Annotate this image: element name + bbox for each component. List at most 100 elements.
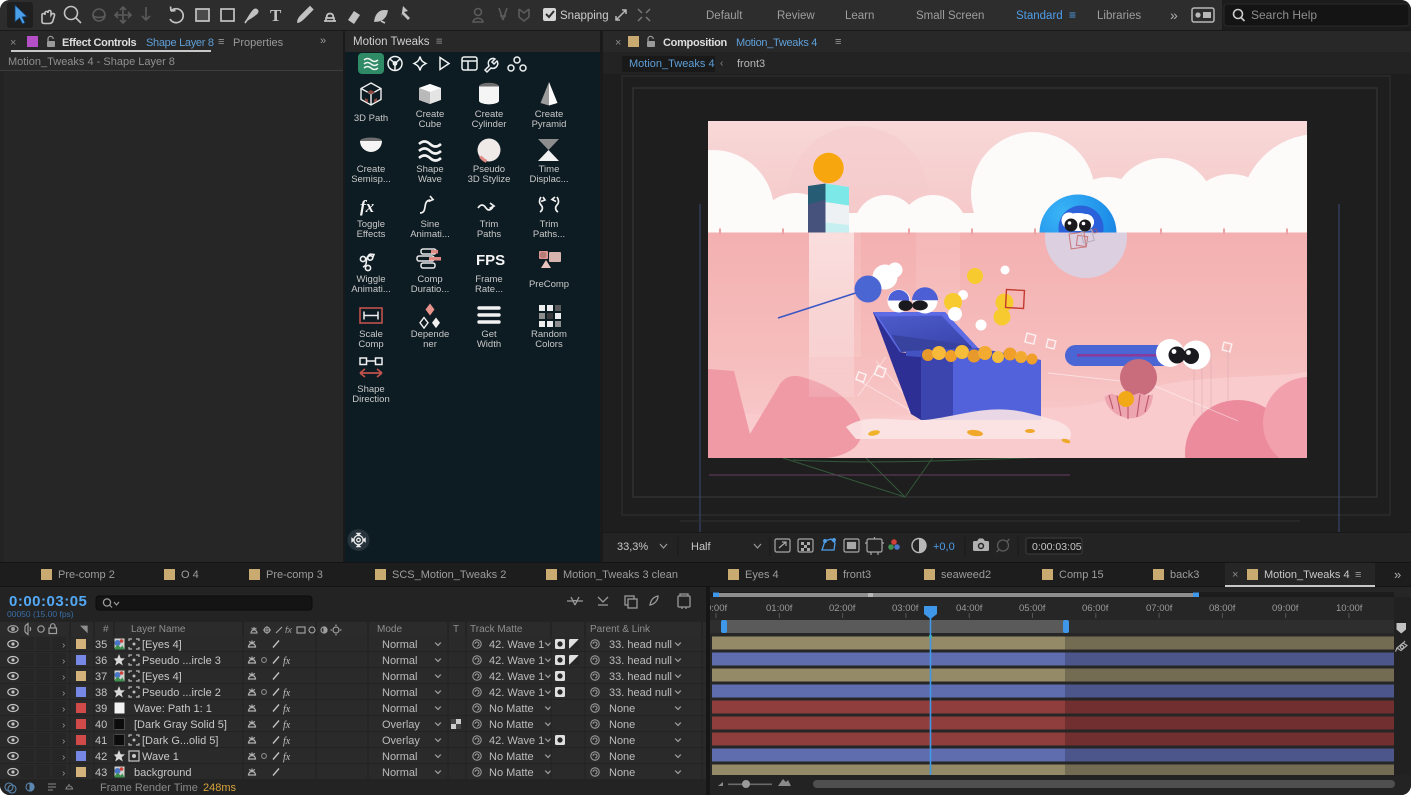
svg-text:None: None: [609, 767, 635, 779]
svg-text:Wave 1: Wave 1: [142, 751, 179, 763]
svg-text:01:00f: 01:00f: [766, 603, 793, 614]
svg-text:Overlay: Overlay: [382, 735, 420, 747]
svg-text:Pre-comp 3: Pre-comp 3: [266, 569, 323, 581]
svg-text:0:00f: 0:00f: [710, 603, 727, 614]
svg-text:T: T: [270, 6, 282, 25]
svg-text:Mode: Mode: [377, 624, 402, 635]
svg-text:09:00f: 09:00f: [1272, 603, 1299, 614]
svg-text:Semisp...: Semisp...: [351, 174, 391, 185]
svg-text:Eyes 4: Eyes 4: [745, 569, 779, 581]
svg-text:›: ›: [62, 752, 65, 763]
svg-text:Colors: Colors: [535, 339, 563, 350]
svg-text:No Matte: No Matte: [489, 719, 534, 731]
svg-text:›: ›: [62, 736, 65, 747]
svg-text:Wave: Path 1: 1: Wave: Path 1: 1: [134, 703, 212, 715]
svg-text:05:00f: 05:00f: [1019, 603, 1046, 614]
svg-text:›: ›: [62, 688, 65, 699]
svg-text:front3: front3: [843, 569, 871, 581]
svg-text:Track Matte: Track Matte: [470, 624, 523, 635]
svg-text:36: 36: [95, 655, 107, 667]
svg-text:Animati...: Animati...: [351, 284, 391, 295]
svg-text:33. head null: 33. head null: [609, 687, 672, 699]
svg-text:No Matte: No Matte: [489, 751, 534, 763]
svg-text:Comp: Comp: [358, 339, 383, 350]
svg-text:Paths...: Paths...: [533, 229, 565, 240]
svg-text:T: T: [453, 624, 459, 635]
svg-text:Normal: Normal: [382, 687, 417, 699]
svg-text:›: ›: [62, 672, 65, 683]
svg-text:3D Stylize: 3D Stylize: [468, 174, 511, 185]
svg-text:Normal: Normal: [382, 639, 417, 651]
svg-text:Normal: Normal: [382, 655, 417, 667]
svg-text:41: 41: [95, 735, 107, 747]
svg-text:Animati...: Animati...: [410, 229, 450, 240]
svg-text:[Eyes 4]: [Eyes 4]: [142, 671, 182, 683]
svg-text:»: »: [1394, 567, 1401, 582]
svg-text:Half: Half: [691, 541, 712, 553]
svg-text:Pseudo ...ircle 2: Pseudo ...ircle 2: [142, 687, 221, 699]
svg-text:Pyramid: Pyramid: [532, 119, 567, 130]
svg-text:None: None: [609, 735, 635, 747]
svg-text:33. head null: 33. head null: [609, 639, 672, 651]
svg-text:≡: ≡: [1069, 8, 1076, 22]
svg-text:Direction: Direction: [352, 394, 390, 405]
svg-text:Search Help: Search Help: [1251, 8, 1317, 22]
svg-text:Duratio...: Duratio...: [411, 284, 450, 295]
svg-text:Overlay: Overlay: [382, 719, 420, 731]
svg-text:40: 40: [95, 719, 107, 731]
svg-text:Libraries: Libraries: [1097, 10, 1141, 22]
svg-text:background: background: [134, 767, 192, 779]
svg-text:fx: fx: [360, 197, 375, 216]
svg-text:ner: ner: [423, 339, 437, 350]
svg-text:≡: ≡: [1355, 569, 1361, 581]
svg-text:Displac...: Displac...: [529, 174, 568, 185]
svg-text:›: ›: [62, 768, 65, 779]
svg-text:42: 42: [95, 751, 107, 763]
svg-text:Cube: Cube: [419, 119, 442, 130]
svg-text:42. Wave 1: 42. Wave 1: [489, 735, 544, 747]
svg-text:None: None: [609, 703, 635, 715]
svg-text:›: ›: [62, 656, 65, 667]
svg-text:back3: back3: [1170, 569, 1199, 581]
svg-text:Default: Default: [706, 10, 743, 22]
svg-text:02:00f: 02:00f: [829, 603, 856, 614]
svg-text:35: 35: [95, 639, 107, 651]
svg-text:Normal: Normal: [382, 751, 417, 763]
svg-text:33. head null: 33. head null: [609, 655, 672, 667]
svg-text:›: ›: [62, 704, 65, 715]
svg-text:#: #: [103, 624, 109, 635]
svg-text:Normal: Normal: [382, 703, 417, 715]
svg-text:PreComp: PreComp: [529, 279, 569, 290]
svg-text:Pseudo ...ircle 3: Pseudo ...ircle 3: [142, 655, 221, 667]
svg-text:248ms: 248ms: [203, 782, 237, 794]
svg-text:42. Wave 1: 42. Wave 1: [489, 671, 544, 683]
svg-text:Normal: Normal: [382, 767, 417, 779]
svg-text:Frame Render Time: Frame Render Time: [100, 782, 198, 794]
svg-text:None: None: [609, 719, 635, 731]
svg-text:0:00:03:05: 0:00:03:05: [9, 593, 87, 610]
svg-text:42. Wave 1: 42. Wave 1: [489, 687, 544, 699]
svg-text:04:00f: 04:00f: [956, 603, 983, 614]
svg-text:07:00f: 07:00f: [1146, 603, 1173, 614]
svg-text:[Dark G...olid 5]: [Dark G...olid 5]: [142, 735, 218, 747]
svg-text:Learn: Learn: [845, 10, 874, 22]
svg-text:37: 37: [95, 671, 107, 683]
svg-text:None: None: [609, 751, 635, 763]
svg-text:38: 38: [95, 687, 107, 699]
svg-text:33,3%: 33,3%: [617, 541, 648, 553]
svg-text:Pre-comp 2: Pre-comp 2: [58, 569, 115, 581]
svg-text:Width: Width: [477, 339, 501, 350]
svg-text:No Matte: No Matte: [489, 767, 534, 779]
svg-text:seaweed2: seaweed2: [941, 569, 991, 581]
svg-text:43: 43: [95, 767, 107, 779]
svg-text:06:00f: 06:00f: [1082, 603, 1109, 614]
svg-text:0:00:03:05: 0:00:03:05: [1032, 541, 1082, 553]
svg-text:08:00f: 08:00f: [1209, 603, 1236, 614]
svg-text:›: ›: [62, 720, 65, 731]
svg-text:SCS_Motion_Tweaks 2: SCS_Motion_Tweaks 2: [392, 569, 506, 581]
svg-text:Layer Name: Layer Name: [131, 624, 186, 635]
svg-text:Paths: Paths: [477, 229, 502, 240]
svg-text:fx: fx: [285, 625, 293, 635]
svg-text:[Eyes 4]: [Eyes 4]: [142, 639, 182, 651]
svg-text:10:00f: 10:00f: [1336, 603, 1363, 614]
